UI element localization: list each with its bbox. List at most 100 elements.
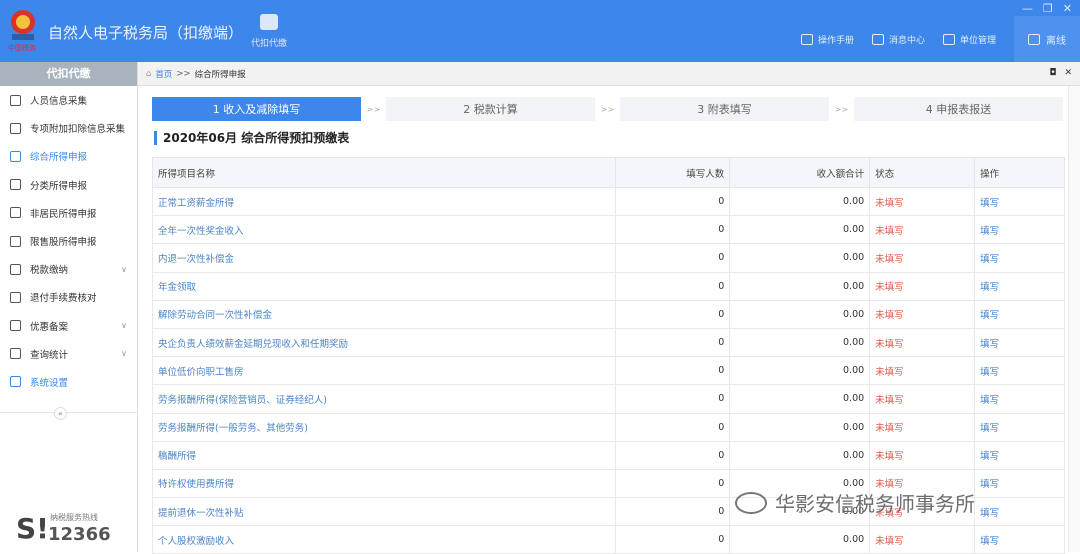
fill-link[interactable]: 填写 — [974, 525, 1065, 554]
income-item-link[interactable]: 稿酬所得 — [151, 441, 617, 470]
income-item-link[interactable]: 央企负责人绩效薪金延期兑现收入和任期奖励 — [151, 328, 617, 358]
sidebar-item[interactable]: 人员信息采集 — [0, 86, 137, 114]
sidebar-item-label: 专项附加扣除信息采集 — [30, 124, 126, 136]
income-item-link[interactable]: 个人股权激励收入 — [151, 525, 617, 554]
search-list-icon — [10, 348, 21, 360]
minimize-button[interactable]: — — [1022, 2, 1033, 15]
sidebar-item[interactable]: 综合所得申报 — [0, 142, 137, 170]
collapse-sidebar-button[interactable]: « — [54, 407, 67, 420]
fill-link[interactable]: 填写 — [974, 413, 1065, 442]
breadcrumb-home[interactable]: 首页 — [155, 68, 172, 80]
step-sep: >> — [834, 104, 849, 114]
income-item-link[interactable]: 劳务报酬所得(保险营销员、证券经纪人) — [151, 384, 617, 414]
count-cell: 0 — [615, 525, 731, 554]
sidebar-item[interactable]: 退付手续费核对 — [0, 283, 137, 311]
sidebar-item[interactable]: 专项附加扣除信息采集 — [0, 114, 137, 142]
watermark: 华影安信税务师事务所 — [735, 488, 975, 517]
amount-cell: 0.00 — [729, 243, 871, 273]
restore-button[interactable]: ❐ — [1043, 2, 1053, 15]
fill-link[interactable]: 填写 — [974, 328, 1065, 358]
step-4[interactable]: 4 申报表报送 — [854, 97, 1063, 121]
collapse-divider: « — [0, 407, 138, 420]
amount-cell: 0.00 — [729, 328, 871, 358]
income-item-link[interactable]: 提前退休一次性补贴 — [151, 497, 617, 527]
sidebar-item[interactable]: 优惠备案 ∨ — [0, 312, 137, 340]
step-1[interactable]: 1 收入及减除填写 — [152, 97, 361, 121]
income-item-link[interactable]: 解除劳动合同一次性补偿金 — [151, 300, 617, 329]
breadcrumb: ⌂ 首页 >> 综合所得申报 ◘ ✕ — [138, 62, 1080, 86]
offline-button[interactable]: 离线 — [1014, 16, 1080, 62]
income-item-link[interactable]: 特许权使用费所得 — [151, 469, 617, 499]
status-cell: 未填写 — [869, 328, 976, 358]
amount-cell: 0.00 — [729, 525, 871, 554]
count-cell: 0 — [615, 497, 731, 527]
status-cell: 未填写 — [869, 243, 976, 273]
manual-link[interactable]: 操作手册 — [800, 33, 854, 46]
count-cell: 0 — [615, 300, 731, 329]
income-item-link[interactable]: 内退一次性补偿金 — [151, 243, 617, 273]
income-item-link[interactable]: 劳务报酬所得(一般劳务、其他劳务) — [151, 413, 617, 442]
close-button[interactable]: ✕ — [1063, 2, 1072, 15]
sidebar-item[interactable]: 分类所得申报 — [0, 171, 137, 199]
count-cell: 0 — [615, 356, 731, 386]
sidebar-head: 代扣代缴 — [0, 62, 137, 86]
hotline-headset-icon: S! — [16, 512, 49, 545]
message-center-link[interactable]: 消息中心 — [871, 33, 925, 46]
income-item-link[interactable]: 正常工资薪金所得 — [151, 187, 617, 217]
col-amount: 收入额合计 — [729, 157, 871, 188]
fill-link[interactable]: 填写 — [974, 272, 1065, 301]
sidebar-item-label: 人员信息采集 — [30, 96, 88, 108]
file-icon — [10, 320, 21, 332]
fill-link[interactable]: 填写 — [974, 300, 1065, 329]
layers-icon — [10, 150, 21, 162]
status-cell: 未填写 — [869, 356, 976, 386]
sidebar-item[interactable]: 税款缴纳 ∨ — [0, 255, 137, 283]
sidebar-item[interactable]: 限售股所得申报 — [0, 227, 137, 255]
amount-cell: 0.00 — [729, 215, 871, 245]
table-row: 单位低价向职工售房 0 0.00 未填写 填写 — [151, 356, 1065, 386]
home-icon[interactable]: ⌂ — [146, 69, 151, 79]
table-row: 全年一次性奖金收入 0 0.00 未填写 填写 — [151, 215, 1065, 245]
sidebar-item-label: 系统设置 — [30, 377, 69, 389]
amount-cell: 0.00 — [729, 272, 871, 301]
income-item-link[interactable]: 全年一次性奖金收入 — [151, 215, 617, 245]
income-item-link[interactable]: 单位低价向职工售房 — [151, 356, 617, 386]
tab-maximize-button[interactable]: ◘ — [1049, 68, 1056, 78]
amount-cell: 0.00 — [729, 413, 871, 442]
fill-link[interactable]: 填写 — [974, 187, 1065, 217]
fill-link[interactable]: 填写 — [974, 384, 1065, 414]
sidebar: 代扣代缴 人员信息采集专项附加扣除信息采集综合所得申报 分类所得申报非居民所得申报… — [0, 62, 138, 552]
chevron-down-icon: ∨ — [121, 349, 127, 359]
sidebar-item[interactable]: 查询统计 ∨ — [0, 340, 137, 368]
scrollbar[interactable] — [1068, 86, 1080, 552]
step-2[interactable]: 2 税款计算 — [386, 97, 595, 121]
fill-link[interactable]: 填写 — [974, 497, 1065, 527]
sidebar-item-label: 优惠备案 — [30, 321, 69, 333]
fill-link[interactable]: 填写 — [974, 215, 1065, 245]
fill-link[interactable]: 填写 — [974, 356, 1065, 386]
step-3[interactable]: 3 附表填写 — [620, 97, 829, 121]
gear-icon — [10, 376, 21, 388]
fill-link[interactable]: 填写 — [974, 441, 1065, 470]
table-header: 所得项目名称 填写人数 收入额合计 状态 操作 — [151, 157, 1065, 188]
fill-link[interactable]: 填写 — [974, 469, 1065, 499]
income-item-link[interactable]: 年金领取 — [151, 272, 617, 301]
sidebar-item[interactable]: 非居民所得申报 — [0, 199, 137, 227]
status-cell: 未填写 — [869, 215, 976, 245]
sidebar-item[interactable]: 系统设置 — [0, 368, 137, 396]
count-cell: 0 — [615, 469, 731, 499]
tab-close-button[interactable]: ✕ — [1064, 68, 1072, 78]
col-status: 状态 — [869, 157, 976, 188]
sidebar-item-label: 非居民所得申报 — [30, 208, 97, 220]
status-cell: 未填写 — [869, 525, 976, 554]
fill-link[interactable]: 填写 — [974, 243, 1065, 273]
status-cell: 未填写 — [869, 300, 976, 329]
amount-cell: 0.00 — [729, 384, 871, 414]
offline-label: 离线 — [1046, 35, 1066, 47]
withholding-tool-button[interactable]: 代扣代缴 — [246, 14, 292, 49]
table-row: 央企负责人绩效薪金延期兑现收入和任期奖励 0 0.00 未填写 填写 — [151, 328, 1065, 358]
user-icon — [10, 207, 21, 219]
table-row: 劳务报酬所得(一般劳务、其他劳务) 0 0.00 未填写 填写 — [151, 413, 1065, 442]
unit-management-link[interactable]: 单位管理 — [942, 33, 996, 46]
hotline-number: 12366 — [48, 524, 111, 545]
